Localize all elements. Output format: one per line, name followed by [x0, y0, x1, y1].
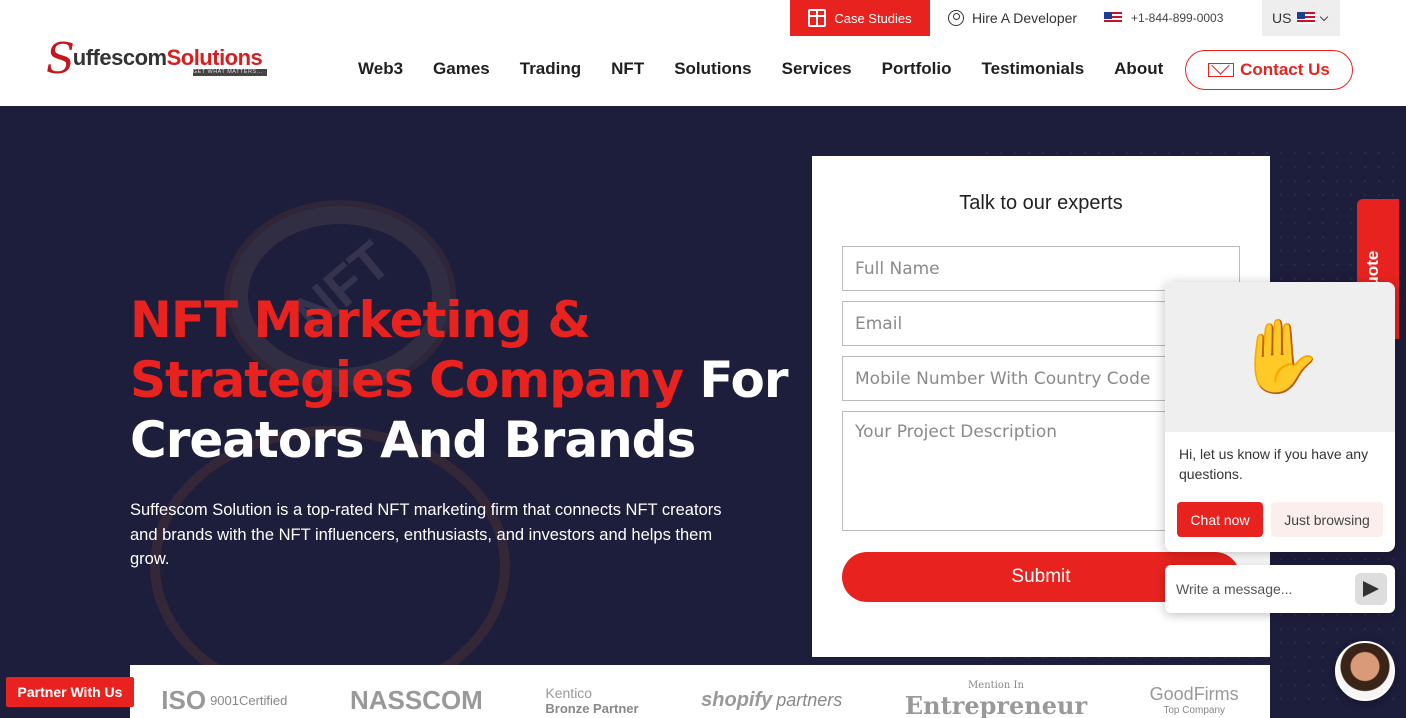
us-flag-icon: [1104, 12, 1122, 24]
nav-item-nft[interactable]: NFT: [611, 59, 644, 79]
chat-agent-avatar[interactable]: [1335, 641, 1395, 701]
chat-popup: ✋ Hi, let us know if you have any questi…: [1165, 282, 1395, 552]
us-flag-icon: [1297, 12, 1316, 24]
chat-hero: ✋: [1165, 282, 1395, 432]
waving-hand-icon: ✋: [1235, 317, 1325, 397]
nasscom-logo: NASSCOM: [349, 684, 483, 715]
nav-item-portfolio[interactable]: Portfolio: [882, 59, 952, 79]
nav-item-testimonials[interactable]: Testimonials: [982, 59, 1085, 79]
logo-word-1: uffescom: [72, 45, 167, 70]
mail-icon: [1208, 63, 1235, 77]
logo-text: uffescomSolutions GET WHAT MATTERS...: [73, 47, 267, 76]
case-studies-label: Case Studies: [834, 10, 912, 26]
phone-number: +1-844-899-0003: [1131, 11, 1224, 25]
logo-tagline: GET WHAT MATTERS...: [192, 69, 267, 76]
nav-item-about[interactable]: About: [1114, 59, 1163, 79]
chat-message-input[interactable]: Write a message...: [1165, 565, 1395, 613]
contact-us-label: Contact Us: [1240, 60, 1330, 79]
country-label: US: [1272, 10, 1292, 26]
nav-item-solutions[interactable]: Solutions: [674, 59, 751, 79]
logo-word-2: Solutions: [166, 45, 263, 70]
chat-now-button[interactable]: Chat now: [1177, 502, 1263, 537]
case-studies-link[interactable]: Case Studies: [790, 0, 930, 36]
main-nav: Web3 Games Trading NFT Solutions Service…: [358, 58, 1193, 80]
send-button[interactable]: [1355, 573, 1387, 605]
shopify-partners-logo: shopify partners: [701, 688, 843, 711]
nav-item-trading[interactable]: Trading: [520, 59, 581, 79]
chevron-down-icon: [1320, 12, 1329, 21]
nav-item-games[interactable]: Games: [433, 59, 490, 79]
partner-logos-strip: ISO 9001Certified NASSCOM Kentico Bronze P…: [130, 665, 1270, 718]
partner-with-us-button[interactable]: Partner With Us: [6, 677, 134, 707]
phone-link[interactable]: +1-844-899-0003: [1096, 0, 1262, 36]
send-icon: [1363, 581, 1379, 597]
user-icon: [948, 10, 964, 26]
gift-icon: [808, 9, 827, 27]
hero-title: NFT Marketing & Strategies Company For C…: [130, 290, 790, 470]
hero-description: Suffescom Solution is a top-rated NFT ma…: [130, 501, 722, 568]
entrepreneur-logo: Mention In Entrepreneur: [904, 680, 1088, 718]
nav-item-services[interactable]: Services: [782, 59, 852, 79]
kentico-logo: Kentico Bronze Partner: [545, 684, 639, 716]
logo-s-mark: S: [46, 34, 75, 83]
nav-item-web3[interactable]: Web3: [358, 59, 403, 79]
just-browsing-button[interactable]: Just browsing: [1271, 502, 1383, 537]
country-selector[interactable]: US: [1262, 0, 1340, 36]
top-utility-bar: Case Studies Hire A Developer +1-844-899…: [790, 0, 1340, 36]
iso-logo: ISO 9001Certified: [161, 684, 288, 715]
site-logo[interactable]: S uffescomSolutions GET WHAT MATTERS...: [46, 34, 267, 83]
chat-message: Hi, let us know if you have any question…: [1179, 446, 1369, 482]
hire-developer-label: Hire A Developer: [972, 10, 1078, 26]
hire-developer-link[interactable]: Hire A Developer: [930, 0, 1096, 36]
chat-input-placeholder: Write a message...: [1176, 581, 1293, 597]
hero-title-highlight: NFT Marketing & Strategies Company: [130, 291, 684, 409]
form-title: Talk to our experts: [959, 192, 1123, 214]
contact-us-button[interactable]: Contact Us: [1185, 50, 1353, 90]
goodfirms-logo: GoodFirms Top Company: [1149, 684, 1239, 716]
